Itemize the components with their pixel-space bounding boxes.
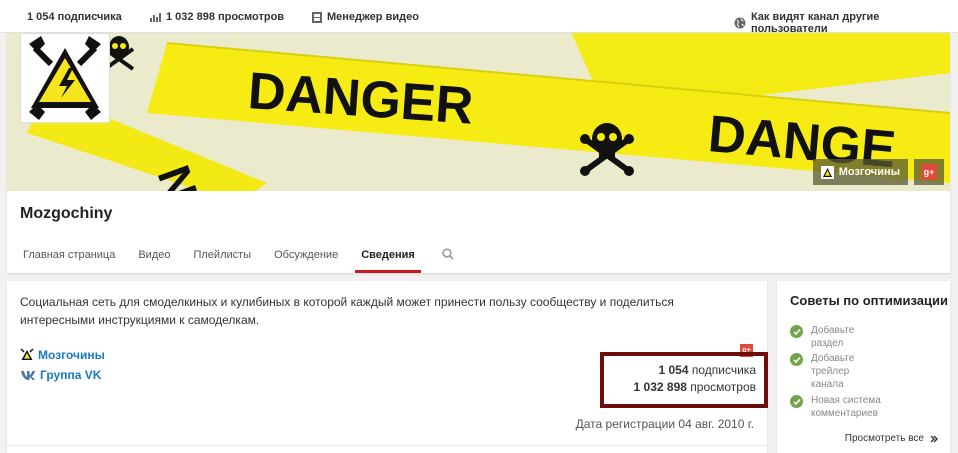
banner-links: Мозгочины g+ [812,159,944,185]
link-label: Группа VK [40,368,102,382]
tip-new-comments[interactable]: Новая система комментариев [790,394,910,420]
checkmark-icon [790,353,803,366]
channel-tabs: Главная страница Видео Плейлисты Обсужде… [17,243,471,273]
banner-gplus-button[interactable]: g+ [914,159,944,185]
tab-search[interactable] [436,243,460,273]
tab-videos[interactable]: Видео [132,243,176,273]
tip-label: Новая система комментариев [811,395,881,419]
views-stat: 1 032 898 просмотров [604,379,756,396]
about-card: Социальная сеть для смоделкиных и кулиби… [7,281,768,453]
views-stat: 1 032 898 просмотров [150,11,284,23]
bar-chart-icon [150,13,161,22]
tab-discussion[interactable]: Обсуждение [268,243,344,273]
high-voltage-logo-icon [29,36,101,120]
views-label: просмотров [690,380,756,394]
tab-about[interactable]: Сведения [355,243,421,273]
view-as-public-link[interactable]: Как видят канал другие пользователи [734,11,958,35]
optimization-tips-card: Советы по оптимизации Добавьте раздел До… [777,281,950,453]
channel-title: Mozgochiny [20,205,113,222]
channel-stats-bar: 1 054 подписчика 1 032 898 просмотров Ме… [0,0,958,35]
video-manager-label: Менеджер видео [327,11,419,23]
tab-home[interactable]: Главная страница [17,243,121,273]
video-manager-link[interactable]: Менеджер видео [312,11,419,23]
search-icon [442,248,454,260]
subscribers-stat: 1 054 подписчика [604,362,757,379]
checkmark-icon [790,395,803,408]
registration-date: Дата регистрации 04 авг. 2010 г. [575,417,754,431]
section-divider [7,445,767,446]
view-as-label: Как видят канал другие пользователи [750,11,880,35]
see-all-tips-link[interactable]: Просмотреть все [845,433,938,444]
tip-label: Добавьте раздел [811,325,855,349]
subscriber-count: 1 054 подписчика [27,11,122,23]
views-count: 1 032 898 [633,380,687,394]
danger-tape-banner-art: DANGER DANGE NGE [7,33,950,191]
subscribers-label: подписчика [691,363,756,377]
tip-add-trailer[interactable]: Добавьте трейлер канала [790,352,870,391]
globe-icon [734,17,746,29]
see-all-label: Просмотреть все [844,433,924,444]
banner-link-label: Мозгочины [838,166,900,178]
channel-links: Мозгочины Группа VK [20,345,105,385]
google-plus-icon: g+ [921,164,937,180]
vk-icon [21,371,35,380]
site-logo-icon [20,348,34,362]
checkmark-icon [790,325,803,338]
link-vk-group[interactable]: Группа VK [20,365,105,385]
film-icon [312,11,322,23]
tips-title: Советы по оптимизации [790,293,948,308]
channel-description: Социальная сеть для смоделкиных и кулиби… [20,295,674,327]
banner-link-mozgochiny[interactable]: Мозгочины [812,159,908,185]
views-count: 1 032 898 просмотров [166,11,285,23]
channel-avatar[interactable] [20,33,110,123]
subscribers-count: 1 054 [658,363,689,377]
channel-stats-highlight: 1 054 подписчика 1 032 898 просмотров [600,352,768,408]
tab-playlists[interactable]: Плейлисты [187,243,257,273]
tip-label: Добавьте трейлер канала [811,353,855,390]
link-label: Мозгочины [38,348,105,362]
double-chevron-right-icon [930,435,938,442]
link-mozgochiny[interactable]: Мозгочины [20,345,105,365]
tip-add-section[interactable]: Добавьте раздел [790,324,880,350]
channel-banner: DANGER DANGE NGE [7,33,950,191]
channel-header-card: DANGER DANGE NGE [7,33,950,273]
site-logo-icon [820,165,834,179]
